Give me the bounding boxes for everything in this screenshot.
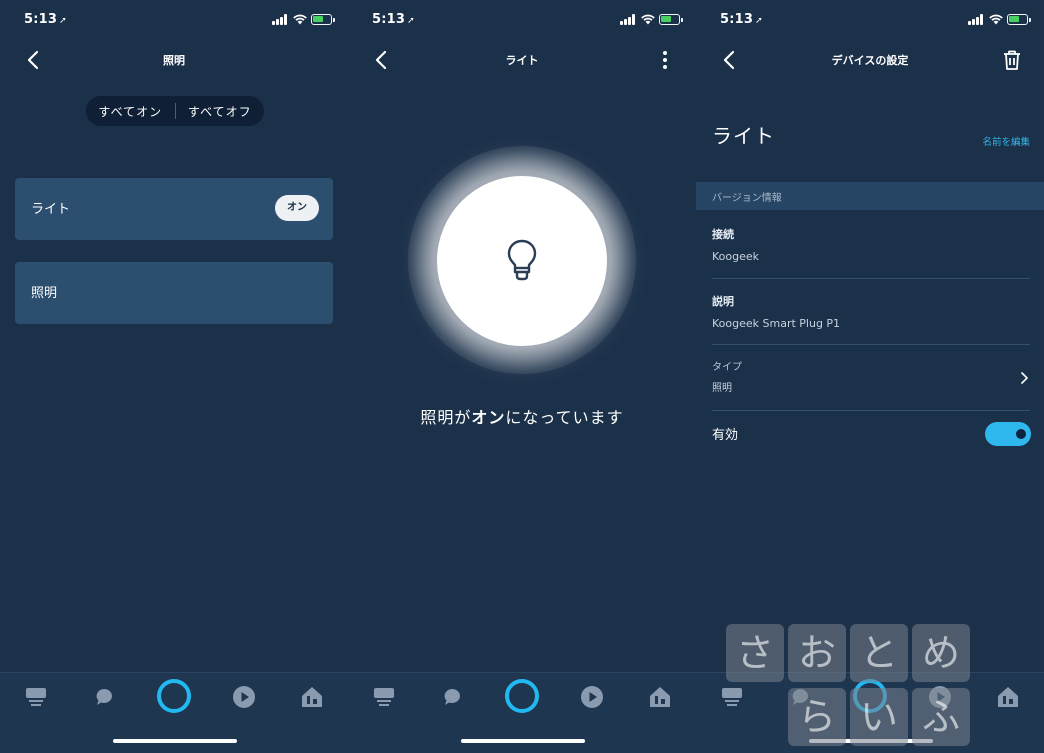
home-indicator[interactable] (113, 739, 237, 743)
divider (712, 344, 1030, 345)
row-label: 説明 (712, 295, 734, 308)
alexa-ring-icon[interactable] (157, 679, 191, 713)
signal-icon (272, 14, 290, 25)
wifi-icon (989, 14, 1003, 25)
devices-icon[interactable] (298, 683, 326, 711)
status-bar: 5:13 ➚ (696, 10, 1044, 30)
watermark-tile: と (850, 624, 908, 682)
row-value: Koogeek Smart Plug P1 (712, 317, 841, 330)
more-options-icon[interactable] (660, 49, 670, 71)
chat-icon[interactable] (90, 683, 118, 711)
alexa-ring-icon[interactable] (505, 679, 539, 713)
device-card-lighting[interactable]: 照明 (15, 262, 333, 324)
watermark-tile: ら (788, 688, 846, 746)
row-value: Koogeek (712, 250, 760, 263)
row-label: 接続 (712, 228, 734, 241)
device-card-light[interactable]: ライト オン (15, 178, 333, 240)
header: 照明 (0, 40, 348, 80)
watermark-tile: お (788, 624, 846, 682)
wifi-icon (641, 14, 655, 25)
signal-icon (968, 14, 986, 25)
all-on-button[interactable]: すべてオン (86, 103, 175, 120)
status-time: 5:13 ➚ (24, 12, 67, 27)
power-state-pill[interactable]: オン (275, 195, 319, 221)
devices-icon[interactable] (646, 683, 674, 711)
lighting-group-screen: 5:13 ➚ 照明 すべてオン すべてオフ ライト オン 照明 (0, 0, 348, 753)
battery-icon (311, 14, 335, 25)
signal-icon (620, 14, 638, 25)
watermark-tile: い (850, 688, 908, 746)
watermark-tile: め (912, 624, 970, 682)
all-toggle-bar: すべてオン すべてオフ (86, 96, 264, 126)
light-detail-screen: 5:13 ➚ ライト 照明がオンになっています (348, 0, 696, 753)
battery-icon (1007, 14, 1031, 25)
connection-row: 接続 Koogeek (712, 226, 1030, 263)
status-bar: 5:13 ➚ (348, 10, 696, 30)
page-title: ライト (505, 54, 539, 67)
play-icon[interactable] (230, 683, 258, 711)
battery-icon (659, 14, 683, 25)
chevron-right-icon[interactable] (1018, 371, 1030, 385)
header: デバイスの設定 (696, 40, 1044, 80)
divider (712, 410, 1030, 411)
description-row: 説明 Koogeek Smart Plug P1 (712, 293, 1030, 330)
page-title: 照明 (163, 54, 185, 67)
header: ライト (348, 40, 696, 80)
row-value: 照明 (712, 383, 732, 394)
power-state-text: 照明がオンになっています (420, 408, 624, 427)
trash-icon[interactable] (1000, 48, 1024, 72)
all-off-button[interactable]: すべてオフ (176, 103, 265, 120)
edit-name-link[interactable]: 名前を編集 (982, 134, 1030, 148)
status-time: 5:13 ➚ (720, 12, 763, 27)
wifi-icon (293, 14, 307, 25)
device-name: 照明 (31, 286, 58, 301)
chat-icon[interactable] (438, 683, 466, 711)
play-icon[interactable] (578, 683, 606, 711)
type-row[interactable]: タイプ 照明 (712, 358, 1030, 394)
home-icon[interactable] (22, 683, 50, 711)
row-label: タイプ (712, 362, 742, 373)
enabled-label: 有効 (712, 428, 739, 443)
power-toggle-button[interactable] (437, 176, 607, 346)
home-indicator[interactable] (461, 739, 585, 743)
device-name: ライト (31, 202, 71, 217)
home-icon[interactable] (370, 683, 398, 711)
watermark-tile: ふ (912, 688, 970, 746)
enabled-toggle[interactable] (985, 422, 1031, 446)
device-name-heading: ライト (712, 124, 775, 148)
device-settings-screen: 5:13 ➚ デバイスの設定 ライト 名前を編集 バージョン情報 接続 Kooge… (696, 0, 1044, 753)
home-icon[interactable] (718, 683, 746, 711)
lightbulb-icon (507, 239, 537, 281)
section-header: バージョン情報 (696, 182, 1044, 210)
divider (712, 278, 1030, 279)
status-time: 5:13 ➚ (372, 12, 415, 27)
devices-icon[interactable] (994, 683, 1022, 711)
status-bar: 5:13 ➚ (0, 10, 348, 30)
watermark-tile: さ (726, 624, 784, 682)
page-title: デバイスの設定 (831, 54, 909, 67)
